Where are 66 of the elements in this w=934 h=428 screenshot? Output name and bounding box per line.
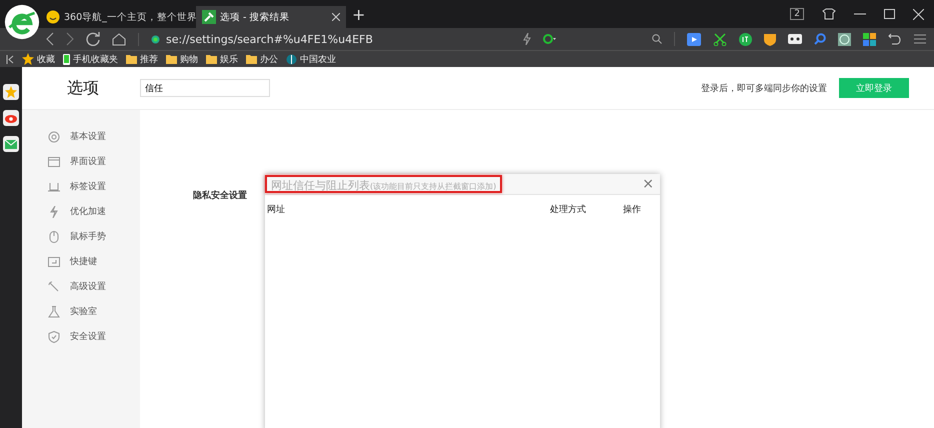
eye-icon[interactable]	[3, 110, 19, 126]
page-title: 选项	[67, 78, 100, 98]
bookmark[interactable]: 推荐	[126, 52, 158, 66]
smiley-icon	[46, 10, 60, 24]
browser-tab[interactable]: 选项 - 搜索结果	[196, 6, 346, 28]
globe-icon[interactable]	[838, 32, 851, 46]
shield-icon[interactable]	[764, 32, 776, 46]
bookmark[interactable]: 中国农业	[286, 52, 336, 66]
collapse-icon[interactable]	[6, 54, 14, 64]
dialog-note: (该功能目前只支持从拦截窗口添加)	[370, 181, 496, 192]
star-icon	[22, 53, 34, 65]
bookmark[interactable]: 娱乐	[206, 52, 238, 66]
video-icon[interactable]	[687, 32, 701, 46]
search-icon[interactable]	[652, 34, 662, 44]
close-icon[interactable]	[913, 8, 924, 20]
bookmark[interactable]: 手机收藏夹	[63, 52, 118, 66]
grid-icon[interactable]	[863, 32, 876, 46]
column-header: 操作	[623, 204, 641, 216]
browser-tab[interactable]: 360导航_一个主页，整个世界	[40, 6, 196, 28]
bookmark[interactable]: 办公	[246, 52, 278, 66]
sidebar-item[interactable]: 界面设置	[22, 149, 140, 174]
sidebar-item[interactable]: 基本设置	[22, 124, 140, 149]
scissors-icon[interactable]	[713, 32, 727, 46]
folder-icon	[246, 54, 257, 64]
secure-icon	[151, 34, 160, 44]
gamepad-icon[interactable]	[788, 34, 802, 44]
sidebar-item[interactable]: 标签设置	[22, 174, 140, 199]
folder-icon	[126, 54, 137, 64]
dialog-title: 网址信任与阻止列表	[271, 178, 370, 193]
sync-text: 登录后，即可多端同步你的设置	[701, 82, 827, 94]
sidebar-item[interactable]: 快捷键	[22, 249, 140, 274]
magnifier-icon[interactable]	[814, 33, 826, 45]
column-header: 网址	[267, 204, 286, 216]
refresh-icon[interactable]	[86, 32, 100, 46]
phone-icon	[63, 54, 70, 64]
sidebar-item[interactable]: 鼠标手势	[22, 224, 140, 249]
bookmark[interactable]: 收藏	[22, 52, 55, 66]
globe-icon	[286, 54, 297, 64]
close-button[interactable]: ×	[642, 176, 654, 192]
folder-icon	[166, 54, 177, 64]
sidebar-item[interactable]: 安全设置	[22, 324, 140, 349]
lightning-icon[interactable]	[523, 33, 531, 45]
close-icon[interactable]	[332, 13, 340, 21]
round-badge-icon[interactable]	[739, 32, 752, 46]
tab-count-badge[interactable]: 2	[790, 8, 804, 20]
home-icon[interactable]	[112, 32, 126, 46]
mail-icon[interactable]	[3, 136, 19, 152]
sidebar-item[interactable]: 优化加速	[22, 199, 140, 224]
shirt-icon[interactable]	[822, 8, 836, 20]
sidebar-item[interactable]: 实验室	[22, 299, 140, 324]
search-engine-icon[interactable]	[543, 33, 557, 45]
column-header: 处理方式	[550, 204, 587, 216]
star-icon[interactable]	[3, 84, 19, 100]
section-label: 隐私安全设置	[193, 189, 247, 202]
menu-icon[interactable]	[914, 34, 926, 44]
sidebar-item[interactable]: 高级设置	[22, 274, 140, 299]
minimize-icon[interactable]	[854, 13, 866, 15]
forward-icon[interactable]	[66, 32, 74, 46]
bookmark[interactable]: 购物	[166, 52, 198, 66]
wrench-icon	[202, 10, 216, 24]
back-icon[interactable]	[46, 32, 54, 46]
search-field[interactable]: 信任	[140, 79, 270, 97]
maximize-icon[interactable]	[884, 9, 895, 19]
folder-icon	[206, 54, 217, 64]
undo-icon[interactable]	[888, 33, 902, 45]
new-tab-button[interactable]: +	[352, 4, 366, 24]
